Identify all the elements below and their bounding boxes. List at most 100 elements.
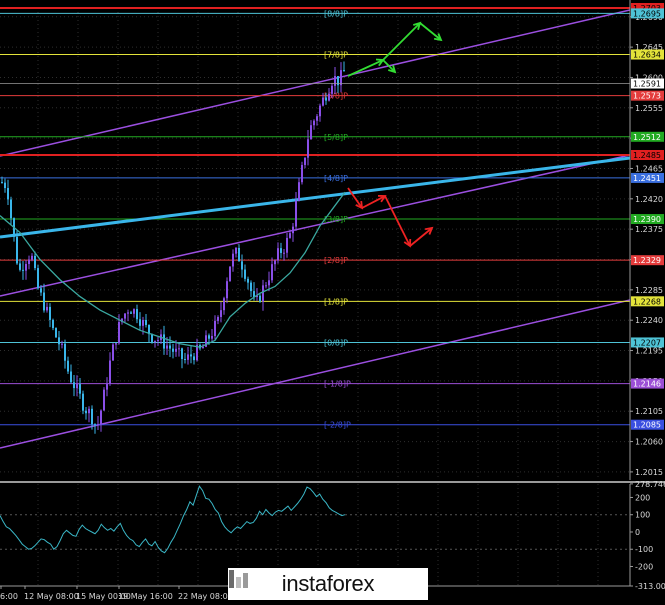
murrey-badge: 1.2390: [633, 215, 661, 224]
candle-body: [115, 343, 117, 345]
candle-body: [301, 164, 303, 183]
murrey-badge: 1.2695: [633, 9, 661, 18]
candle-body: [277, 248, 279, 261]
candle-body: [1, 181, 3, 183]
candle-body: [46, 306, 48, 311]
price-tick-label: 1.2105: [635, 407, 663, 416]
cci-tick-label: -100: [635, 545, 653, 554]
murrey-label: [1/8]P: [324, 297, 348, 306]
resistance-badge: 1.2485: [633, 151, 661, 160]
candle-body: [22, 269, 24, 271]
candle-body: [211, 335, 213, 339]
candle-body: [67, 360, 69, 372]
candle-body: [283, 252, 285, 254]
candle-body: [124, 313, 126, 319]
candle-body: [247, 278, 249, 283]
candle-body: [4, 182, 6, 189]
candle-body: [271, 264, 273, 281]
candle-body: [127, 312, 129, 314]
murrey-badge: 1.2085: [633, 421, 661, 430]
murrey-badge: 1.2207: [633, 338, 661, 347]
price-tick-label: 1.2285: [635, 286, 663, 295]
candle-body: [286, 237, 288, 253]
price-tick-label: 1.2240: [635, 316, 663, 325]
candle-body: [298, 182, 300, 201]
price-tick-label: 1.2015: [635, 468, 663, 477]
time-tick-label: 19 May 16:00: [118, 592, 173, 601]
candle-body: [202, 346, 204, 349]
price-tick-label: 1.2465: [635, 164, 663, 173]
candle-body: [55, 328, 57, 338]
cci-tick-label: 278.7467: [635, 480, 665, 489]
murrey-label: [0/8]P: [324, 338, 348, 347]
candle-body: [190, 354, 192, 357]
candle-body: [145, 320, 147, 325]
candle-body: [343, 70, 345, 72]
candle-body: [259, 295, 261, 302]
murrey-label: [6/8]P: [324, 92, 348, 101]
candle-body: [232, 253, 234, 267]
candle-body: [223, 298, 225, 311]
candle-body: [268, 280, 270, 286]
candle-body: [85, 410, 87, 414]
murrey-badge: 1.2451: [633, 174, 661, 183]
candle-body: [19, 263, 21, 270]
murrey-badge: 1.2268: [633, 297, 661, 306]
candle-body: [340, 70, 342, 86]
candle-body: [184, 359, 186, 361]
candle-body: [109, 360, 111, 384]
candle-body: [304, 157, 306, 165]
candle-body: [103, 389, 105, 411]
candle-body: [76, 384, 78, 389]
candle-body: [163, 334, 165, 349]
candle-body: [31, 255, 33, 260]
candle-body: [238, 247, 240, 262]
candle-body: [61, 343, 63, 345]
candle-body: [244, 269, 246, 279]
price-chart: [8/8]P[7/8]P[6/8]P[5/8]P[4/8]P[3/8]P[2/8…: [0, 0, 665, 605]
candle-body: [25, 264, 27, 271]
candle-body: [64, 343, 66, 361]
candle-body: [28, 259, 30, 265]
candle-body: [37, 268, 39, 289]
candle-body: [52, 319, 54, 329]
candle-body: [178, 348, 180, 350]
candle-body: [208, 335, 210, 339]
candle-body: [106, 383, 108, 390]
candle-body: [193, 356, 195, 361]
candle-body: [235, 247, 237, 254]
candle-body: [169, 345, 171, 349]
candle-body: [70, 371, 72, 383]
candle-body: [325, 97, 327, 101]
candle-body: [280, 248, 282, 253]
murrey-label: [2/8]P: [324, 256, 348, 265]
candle-body: [79, 384, 81, 394]
cci-tick-label: 0: [635, 528, 640, 537]
murrey-badge: 1.2146: [633, 380, 661, 389]
current-price-badge: 1.2591: [633, 80, 661, 89]
panel-separator: [0, 481, 665, 483]
time-tick-label: 6:00: [0, 592, 18, 601]
price-tick-label: 1.2375: [635, 225, 663, 234]
candle-body: [295, 200, 297, 227]
candle-body: [88, 408, 90, 414]
murrey-label: [5/8]P: [324, 133, 348, 142]
candle-body: [94, 424, 96, 426]
chart-window: [8/8]P [7/8]P [6/8]P [5/8]P [4/8]P [3/8]P [2/8…: [0, 0, 665, 605]
candle-body: [265, 285, 267, 287]
candle-body: [319, 105, 321, 117]
time-tick-label: 12 May 08:00: [24, 592, 79, 601]
candle-body: [16, 236, 18, 264]
murrey-label: [4/8]P: [324, 174, 348, 183]
cci-tick-label: 200: [635, 493, 650, 502]
murrey-badge: 1.2634: [633, 51, 661, 60]
candle-body: [130, 312, 132, 314]
candle-body: [226, 281, 228, 299]
candle-body: [100, 410, 102, 425]
candle-body: [58, 337, 60, 345]
candle-body: [10, 199, 12, 219]
instaforex-logo: instaforex: [228, 568, 428, 600]
price-tick-label: 1.2060: [635, 438, 663, 447]
candle-body: [112, 344, 114, 361]
candle-body: [175, 348, 177, 352]
